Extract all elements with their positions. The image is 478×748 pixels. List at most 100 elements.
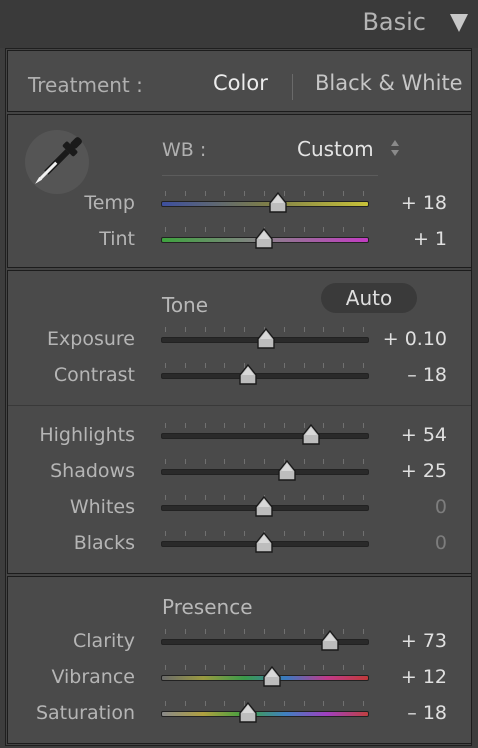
slider-value-whites[interactable]: 0 xyxy=(435,496,447,518)
slider-value-highlights[interactable]: + 54 xyxy=(401,424,447,446)
slider-thumb[interactable] xyxy=(301,424,321,446)
slider-tick xyxy=(184,423,186,428)
slider-thumb[interactable] xyxy=(268,192,288,214)
slider-blacks[interactable] xyxy=(161,531,369,554)
slider-label-clarity: Clarity xyxy=(73,630,135,652)
treatment-bw-option[interactable]: Black & White xyxy=(315,71,463,95)
slider-tick xyxy=(224,629,226,634)
slider-thumb[interactable] xyxy=(262,666,282,688)
slider-track[interactable] xyxy=(161,469,369,475)
slider-tick xyxy=(184,665,186,670)
slider-tick xyxy=(283,363,285,368)
slider-tick xyxy=(323,227,325,232)
slider-thumb[interactable] xyxy=(277,460,297,482)
slider-label-vibrance: Vibrance xyxy=(51,666,135,688)
slider-tick xyxy=(184,531,186,536)
slider-tick xyxy=(264,629,265,634)
slider-value-tint[interactable]: + 1 xyxy=(413,228,447,250)
slider-whites[interactable] xyxy=(161,495,369,518)
slider-value-shadows[interactable]: + 25 xyxy=(401,460,447,482)
slider-shadows[interactable] xyxy=(161,459,369,482)
slider-thumb[interactable] xyxy=(256,328,276,350)
slider-tick xyxy=(224,701,226,706)
auto-button[interactable]: Auto xyxy=(321,283,417,313)
slider-tick xyxy=(264,191,265,196)
slider-tick xyxy=(184,227,186,232)
triangle-down-icon[interactable] xyxy=(450,14,468,32)
slider-value-exposure[interactable]: + 0.10 xyxy=(383,328,447,350)
slider-saturation[interactable] xyxy=(161,701,369,724)
slider-value-temp[interactable]: + 18 xyxy=(401,192,447,214)
slider-tick xyxy=(283,629,285,634)
slider-tick xyxy=(343,459,345,464)
slider-tick xyxy=(264,701,265,706)
slider-thumb[interactable] xyxy=(254,228,274,250)
slider-tick xyxy=(165,665,166,670)
slider-tick xyxy=(204,629,206,634)
slider-value-vibrance[interactable]: + 12 xyxy=(401,666,447,688)
slider-contrast[interactable] xyxy=(161,363,369,386)
slider-track[interactable] xyxy=(161,373,369,379)
slider-tick xyxy=(184,327,186,332)
slider-tick xyxy=(204,495,206,500)
slider-value-blacks[interactable]: 0 xyxy=(435,532,447,554)
slider-track[interactable] xyxy=(161,711,369,717)
tone-divider xyxy=(8,405,471,406)
slider-temp[interactable] xyxy=(161,191,369,214)
slider-tick xyxy=(363,701,364,706)
slider-label-contrast: Contrast xyxy=(53,364,135,386)
slider-tick xyxy=(363,459,364,464)
slider-exposure[interactable] xyxy=(161,327,369,350)
eyedropper-icon[interactable] xyxy=(22,127,92,197)
slider-tick xyxy=(184,701,186,706)
slider-tick xyxy=(323,665,325,670)
panel-title: Basic xyxy=(362,8,426,36)
treatment-color-option[interactable]: Color xyxy=(213,71,268,95)
slider-tick xyxy=(283,227,285,232)
slider-tick xyxy=(323,531,325,536)
slider-vibrance[interactable] xyxy=(161,665,369,688)
slider-tick xyxy=(343,629,345,634)
slider-highlights[interactable] xyxy=(161,423,369,446)
slider-tick xyxy=(165,459,166,464)
slider-tick xyxy=(343,531,345,536)
wb-select[interactable]: Custom xyxy=(297,137,374,161)
slider-track[interactable] xyxy=(161,201,369,207)
slider-tick xyxy=(224,459,226,464)
slider-tick xyxy=(363,227,364,232)
slider-thumb[interactable] xyxy=(320,630,340,652)
tone-section: Tone Auto Exposure + 0.10 Contrast – 18 Hig… xyxy=(7,270,472,574)
slider-ticks xyxy=(161,701,367,707)
slider-tick xyxy=(363,423,364,428)
slider-tick xyxy=(244,459,246,464)
slider-tick xyxy=(204,665,206,670)
slider-tick xyxy=(323,459,325,464)
slider-tick xyxy=(165,495,166,500)
slider-label-temp: Temp xyxy=(84,192,135,214)
slider-tick xyxy=(323,423,325,428)
slider-tick xyxy=(204,701,206,706)
slider-thumb[interactable] xyxy=(238,364,258,386)
slider-tick xyxy=(224,665,226,670)
slider-thumb[interactable] xyxy=(254,496,274,518)
slider-tick xyxy=(343,665,345,670)
panel-header[interactable]: Basic xyxy=(0,0,478,48)
slider-tick xyxy=(165,531,166,536)
slider-tick xyxy=(343,327,345,332)
slider-clarity[interactable] xyxy=(161,629,369,652)
slider-thumb[interactable] xyxy=(254,532,274,554)
slider-track[interactable] xyxy=(161,433,369,439)
slider-tick xyxy=(244,665,246,670)
slider-value-saturation[interactable]: – 18 xyxy=(407,702,447,724)
slider-tick xyxy=(303,459,305,464)
slider-tint[interactable] xyxy=(161,227,369,250)
slider-tick xyxy=(204,363,206,368)
slider-tick xyxy=(224,495,226,500)
slider-tick xyxy=(204,191,206,196)
slider-value-clarity[interactable]: + 73 xyxy=(401,630,447,652)
slider-thumb[interactable] xyxy=(238,702,258,724)
slider-tick xyxy=(343,701,345,706)
slider-tick xyxy=(184,495,186,500)
slider-value-contrast[interactable]: – 18 xyxy=(407,364,447,386)
up-down-arrows-icon[interactable] xyxy=(389,137,401,159)
